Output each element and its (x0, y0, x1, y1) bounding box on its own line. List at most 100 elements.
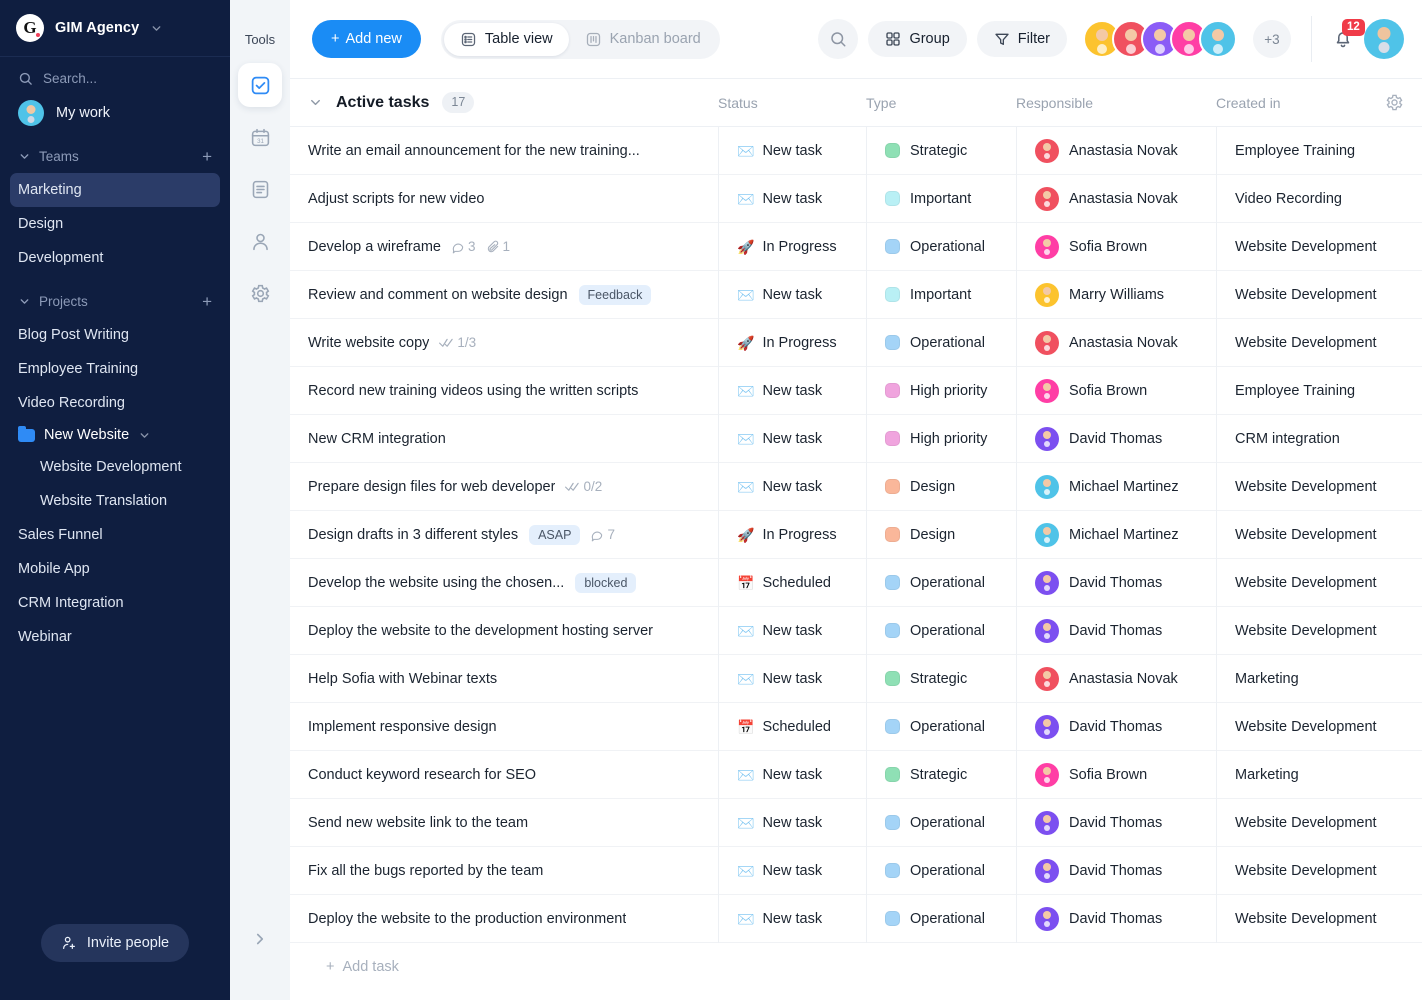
task-type-cell[interactable]: Design (866, 462, 1016, 511)
workspace-switcher[interactable]: G GIM Agency (0, 0, 230, 57)
task-created-in-cell[interactable]: Website Development (1216, 222, 1422, 271)
task-responsible-cell[interactable]: Anastasia Novak (1016, 654, 1216, 703)
sidebar-item-video-recording[interactable]: Video Recording (0, 386, 230, 420)
task-status-cell[interactable]: ✉️ New task (718, 126, 866, 175)
task-type-cell[interactable]: Strategic (866, 654, 1016, 703)
projects-section-header[interactable]: Projects + (0, 283, 230, 318)
task-created-in-cell[interactable]: Website Development (1216, 846, 1422, 895)
tab-kanban-board[interactable]: Kanban board (569, 23, 717, 56)
task-title-cell[interactable]: Conduct keyword research for SEO (308, 751, 718, 799)
sidebar-item-marketing[interactable]: Marketing (10, 173, 220, 207)
task-responsible-cell[interactable]: Anastasia Novak (1016, 126, 1216, 175)
task-status-cell[interactable]: ✉️ New task (718, 462, 866, 511)
task-type-cell[interactable]: Operational (866, 702, 1016, 751)
task-type-cell[interactable]: High priority (866, 414, 1016, 463)
task-status-cell[interactable]: ✉️ New task (718, 750, 866, 799)
task-responsible-cell[interactable]: Sofia Brown (1016, 366, 1216, 415)
task-created-in-cell[interactable]: Website Development (1216, 462, 1422, 511)
tool-settings[interactable] (238, 271, 282, 315)
task-type-cell[interactable]: Important (866, 270, 1016, 319)
task-status-cell[interactable]: ✉️ New task (718, 270, 866, 319)
task-type-cell[interactable]: Operational (866, 798, 1016, 847)
task-responsible-cell[interactable]: David Thomas (1016, 606, 1216, 655)
notifications-button[interactable]: 12 (1332, 19, 1365, 50)
task-type-cell[interactable]: Operational (866, 558, 1016, 607)
add-new-button[interactable]: + Add new (312, 20, 421, 58)
task-status-cell[interactable]: 📅 Scheduled (718, 558, 866, 607)
task-created-in-cell[interactable]: Website Development (1216, 270, 1422, 319)
table-row[interactable]: Prepare design files for web developer 0/… (290, 462, 1422, 511)
task-status-cell[interactable]: ✉️ New task (718, 414, 866, 463)
task-type-cell[interactable]: Operational (866, 318, 1016, 367)
task-created-in-cell[interactable]: CRM integration (1216, 414, 1422, 463)
task-status-cell[interactable]: ✉️ New task (718, 366, 866, 415)
task-status-cell[interactable]: ✉️ New task (718, 174, 866, 223)
table-row[interactable]: New CRM integration ✉️ New task High priori… (290, 414, 1422, 463)
avatar-overflow-count[interactable]: +3 (1253, 20, 1291, 58)
task-title-cell[interactable]: Record new training videos using the wri… (308, 367, 718, 415)
tool-calendar[interactable]: 31 (238, 115, 282, 159)
invite-people-button[interactable]: Invite people (40, 924, 190, 962)
add-team-icon[interactable]: + (202, 148, 212, 165)
table-row[interactable]: Develop a wireframe 3 1 🚀 In Progress Operati… (290, 222, 1422, 271)
task-status-cell[interactable]: ✉️ New task (718, 654, 866, 703)
task-created-in-cell[interactable]: Website Development (1216, 606, 1422, 655)
teams-section-header[interactable]: Teams + (0, 138, 230, 173)
chevron-down-icon[interactable] (308, 95, 323, 110)
task-responsible-cell[interactable]: Michael Martinez (1016, 462, 1216, 511)
table-row[interactable]: Deploy the website to the production env… (290, 894, 1422, 943)
search-button[interactable] (818, 19, 859, 59)
task-responsible-cell[interactable]: Marry Williams (1016, 270, 1216, 319)
sidebar-item-development[interactable]: Development (0, 241, 230, 275)
tool-contacts[interactable] (238, 219, 282, 263)
task-status-cell[interactable]: ✉️ New task (718, 894, 866, 943)
task-status-cell[interactable]: ✉️ New task (718, 798, 866, 847)
task-status-cell[interactable]: 🚀 In Progress (718, 510, 866, 559)
table-row[interactable]: Design drafts in 3 different styles ASAP 7… (290, 510, 1422, 559)
task-title-cell[interactable]: Design drafts in 3 different styles ASAP 7 (308, 511, 718, 559)
sidebar-item-crm-integration[interactable]: CRM Integration (0, 586, 230, 620)
task-responsible-cell[interactable]: David Thomas (1016, 798, 1216, 847)
task-title-cell[interactable]: Send new website link to the team (308, 799, 718, 847)
task-responsible-cell[interactable]: David Thomas (1016, 894, 1216, 943)
task-title-cell[interactable]: Implement responsive design (308, 703, 718, 751)
task-responsible-cell[interactable]: David Thomas (1016, 414, 1216, 463)
task-status-cell[interactable]: 📅 Scheduled (718, 702, 866, 751)
task-type-cell[interactable]: Operational (866, 894, 1016, 943)
task-created-in-cell[interactable]: Video Recording (1216, 174, 1422, 223)
task-type-cell[interactable]: Important (866, 174, 1016, 223)
task-title-cell[interactable]: Adjust scripts for new video (308, 175, 718, 223)
table-row[interactable]: Review and comment on website design Feed… (290, 270, 1422, 319)
table-row[interactable]: Fix all the bugs reported by the team ✉️ N… (290, 846, 1422, 895)
task-created-in-cell[interactable]: Website Development (1216, 798, 1422, 847)
task-responsible-cell[interactable]: David Thomas (1016, 702, 1216, 751)
table-row[interactable]: Implement responsive design 📅 Scheduled Ope… (290, 702, 1422, 751)
table-row[interactable]: Send new website link to the team ✉️ New t… (290, 798, 1422, 847)
table-row[interactable]: Record new training videos using the wri… (290, 366, 1422, 415)
tab-table-view[interactable]: Table view (443, 22, 569, 56)
tool-tasks[interactable] (238, 63, 282, 107)
table-row[interactable]: Write an email announcement for the new … (290, 126, 1422, 175)
task-title-cell[interactable]: Deploy the website to the development ho… (308, 607, 718, 655)
sidebar-item-my-work[interactable]: My work (0, 96, 230, 138)
add-task-button[interactable]: + Add task (290, 943, 1422, 975)
sidebar-item-new-website[interactable]: New Website (0, 420, 230, 450)
task-created-in-cell[interactable]: Website Development (1216, 558, 1422, 607)
avatar[interactable] (1199, 20, 1237, 58)
sidebar-item-employee-training[interactable]: Employee Training (0, 352, 230, 386)
task-type-cell[interactable]: Operational (866, 606, 1016, 655)
task-type-cell[interactable]: Strategic (866, 750, 1016, 799)
column-header-status[interactable]: Status (718, 95, 866, 111)
table-row[interactable]: Help Sofia with Webinar texts ✉️ New task S… (290, 654, 1422, 703)
chevron-down-icon[interactable] (138, 429, 151, 442)
table-row[interactable]: Conduct keyword research for SEO ✉️ New ta… (290, 750, 1422, 799)
task-title-cell[interactable]: Write website copy 1/3 (308, 319, 718, 367)
column-header-responsible[interactable]: Responsible (1016, 95, 1216, 111)
group-header[interactable]: Active tasks 17 (308, 92, 718, 113)
sidebar-item-webinar[interactable]: Webinar (0, 620, 230, 654)
filter-button[interactable]: Filter (976, 21, 1067, 57)
task-title-cell[interactable]: Develop the website using the chosen... b… (308, 559, 718, 607)
sidebar-item-mobile-app[interactable]: Mobile App (0, 552, 230, 586)
search-input[interactable]: Search... (0, 57, 230, 96)
task-title-cell[interactable]: Help Sofia with Webinar texts (308, 655, 718, 703)
